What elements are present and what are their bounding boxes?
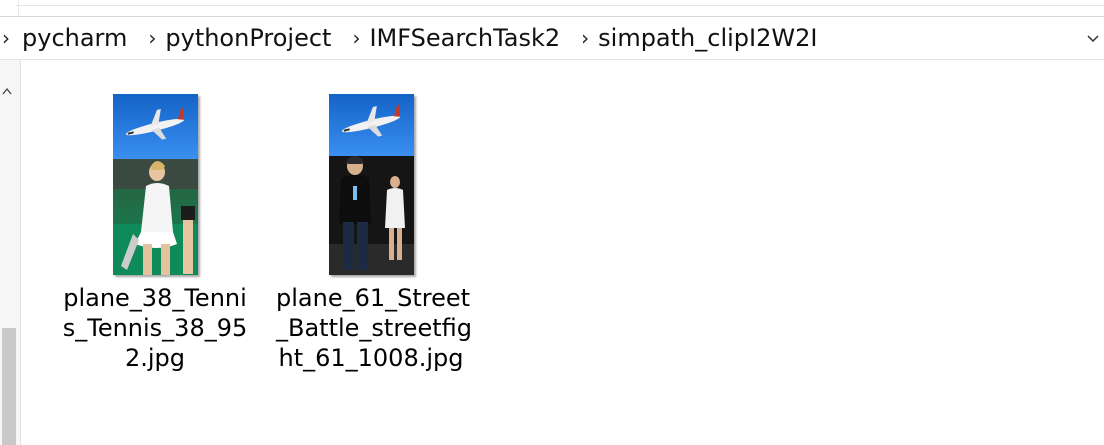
chevron-right-icon[interactable]: › xyxy=(139,16,165,60)
breadcrumb: › pycharm › pythonProject › IMFSearchTas… xyxy=(0,17,829,59)
breadcrumb-item-pythonproject[interactable]: pythonProject xyxy=(165,16,343,60)
file-item[interactable]: plane_61_Street _Battle_streetfig ht_61_… xyxy=(271,94,472,373)
file-thumbnail[interactable] xyxy=(112,94,198,275)
file-explorer-window: › pycharm › pythonProject › IMFSearchTas… xyxy=(0,0,1104,445)
search-box-edge[interactable] xyxy=(16,0,1104,6)
file-list: plane_38_Tenni s_Tennis_38_95 2.jpg plan… xyxy=(21,60,1104,445)
chevron-right-icon[interactable]: › xyxy=(343,16,369,60)
airplane-over-street-people-image xyxy=(328,94,414,275)
address-bar[interactable]: › pycharm › pythonProject › IMFSearchTas… xyxy=(0,16,1104,60)
breadcrumb-item-pycharm[interactable]: pycharm xyxy=(22,16,139,60)
file-item[interactable]: plane_38_Tenni s_Tennis_38_95 2.jpg xyxy=(55,94,255,373)
file-thumbnail[interactable] xyxy=(328,94,414,275)
top-strip xyxy=(0,0,1104,16)
airplane-over-tennis-player-image xyxy=(112,94,198,275)
chevron-right-icon[interactable]: › xyxy=(572,16,598,60)
chevron-right-icon[interactable]: › xyxy=(0,16,22,60)
breadcrumb-item-imfsearchtask2[interactable]: IMFSearchTask2 xyxy=(369,16,572,60)
file-name[interactable]: plane_61_Street _Battle_streetfig ht_61_… xyxy=(276,283,472,373)
address-dropdown-button[interactable] xyxy=(1082,17,1104,61)
file-name[interactable]: plane_38_Tenni s_Tennis_38_95 2.jpg xyxy=(60,283,250,373)
chevron-up-icon[interactable] xyxy=(0,84,14,98)
nav-scrollbar-thumb[interactable] xyxy=(2,328,16,445)
navigation-pane xyxy=(0,60,21,445)
chevron-down-icon xyxy=(1087,35,1099,43)
breadcrumb-item-simpath[interactable]: simpath_clipI2W2I xyxy=(598,16,829,60)
